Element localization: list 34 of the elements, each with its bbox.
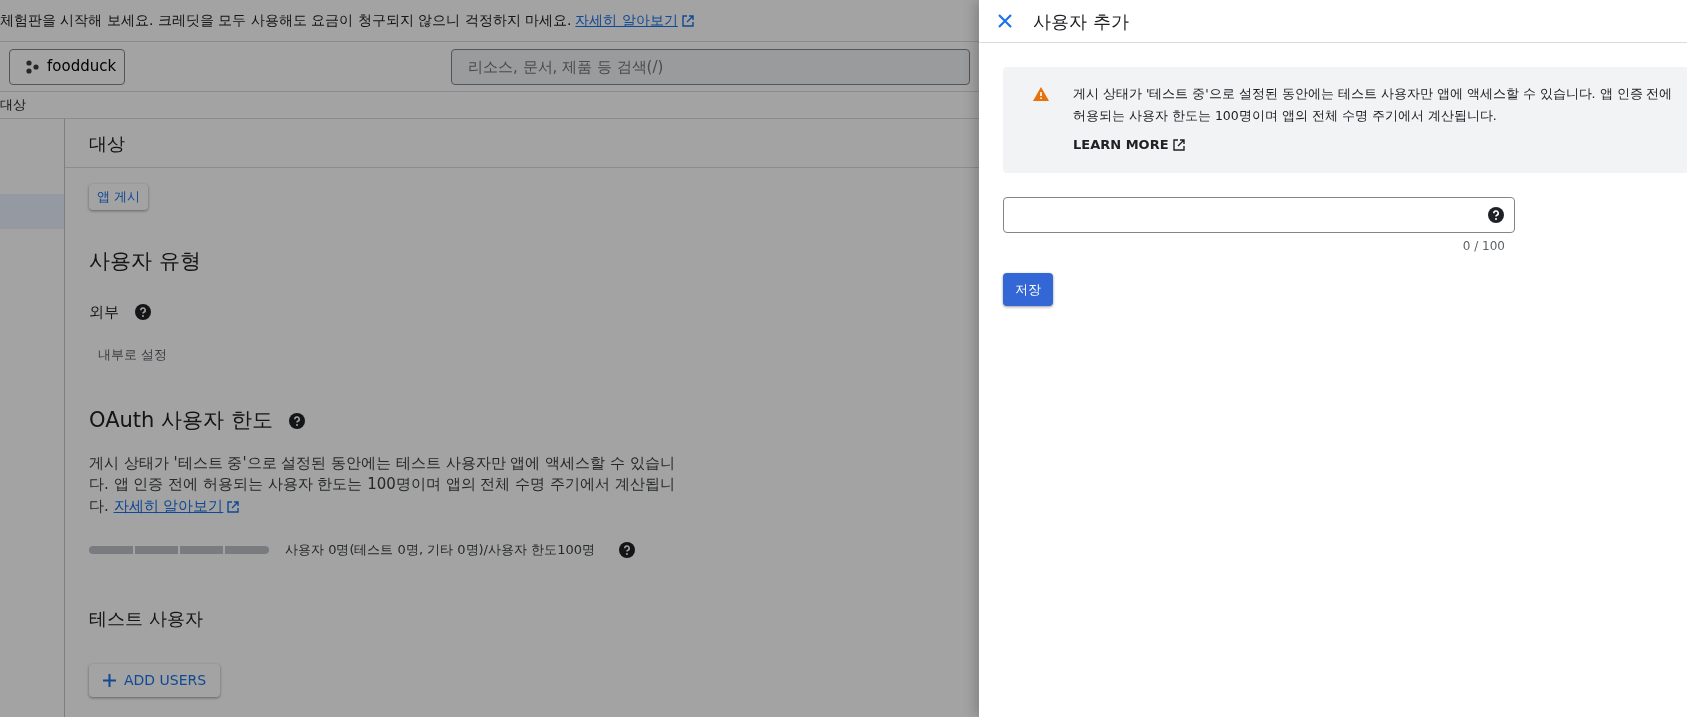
learn-more-link[interactable]: 자세히 알아보기: [113, 497, 240, 515]
external-link-icon: [1172, 138, 1185, 151]
help-icon[interactable]: [618, 541, 635, 558]
external-link-icon: [681, 14, 694, 27]
warning-icon: [1033, 87, 1049, 101]
section-heading: 테스트 사용자: [89, 607, 204, 632]
page-title: 대상: [89, 131, 125, 156]
project-picker-button[interactable]: foodduck: [9, 48, 125, 85]
learn-more-link[interactable]: LEARN MORE: [1073, 134, 1185, 155]
make-internal-button[interactable]: 내부로 설정: [97, 343, 169, 365]
save-button[interactable]: 저장: [1003, 272, 1053, 307]
add-users-button[interactable]: ADD USERS: [89, 664, 221, 698]
project-icon: [26, 59, 39, 74]
trial-banner-text: 체험판을 시작해 보세요. 크레딧을 모두 사용해도 요금이 청구되지 않으니 걱정하지 마세요.: [0, 11, 572, 30]
help-icon[interactable]: [288, 412, 305, 429]
help-icon[interactable]: [135, 304, 151, 321]
character-counter: 0 / 100: [1462, 238, 1505, 253]
publish-app-button[interactable]: 앱 게시: [89, 184, 149, 210]
warning-text: 게시 상태가 '테스트 중'으로 설정된 동안에는 테스트 사용자만 앱에 액세스할 수 있습니다. 앱 인증 전에 허용되는 사용자 한도는 100명이며 앱의 전체 수명 주기에서 계산됩니다.: [1073, 85, 1674, 125]
close-button[interactable]: [997, 13, 1013, 29]
breadcrumb[interactable]: 대상: [0, 95, 26, 115]
limit-description: 게시 상태가 '테스트 중'으로 설정된 동안에는 테스트 사용자만 앱에 액세스할 수 있습니다. 앱 인증 전에 허용되는 사용자 한도는 100명이며 앱의 전체 수명 주기에서 계산됩니다. 자세히 알아보기: [89, 452, 676, 517]
help-icon[interactable]: [1488, 206, 1504, 223]
search-field[interactable]: 리소스, 문서, 제품 등 검색(/): [451, 48, 970, 85]
panel-title: 사용자 추가: [1033, 9, 1129, 34]
user-type-value: 외부: [89, 302, 119, 323]
plus-icon: [103, 674, 116, 688]
usage-text: 사용자 0명(테스트 0명, 기타 0명)/사용자 한도100명: [285, 540, 595, 559]
external-link-icon: [227, 500, 240, 513]
learn-more-link[interactable]: 자세히 알아보기: [575, 10, 694, 31]
section-heading: OAuth 사용자 한도: [89, 407, 273, 434]
section-heading: 사용자 유형: [89, 247, 202, 275]
close-icon: [997, 13, 1013, 29]
input-field[interactable]: [1003, 196, 1515, 233]
